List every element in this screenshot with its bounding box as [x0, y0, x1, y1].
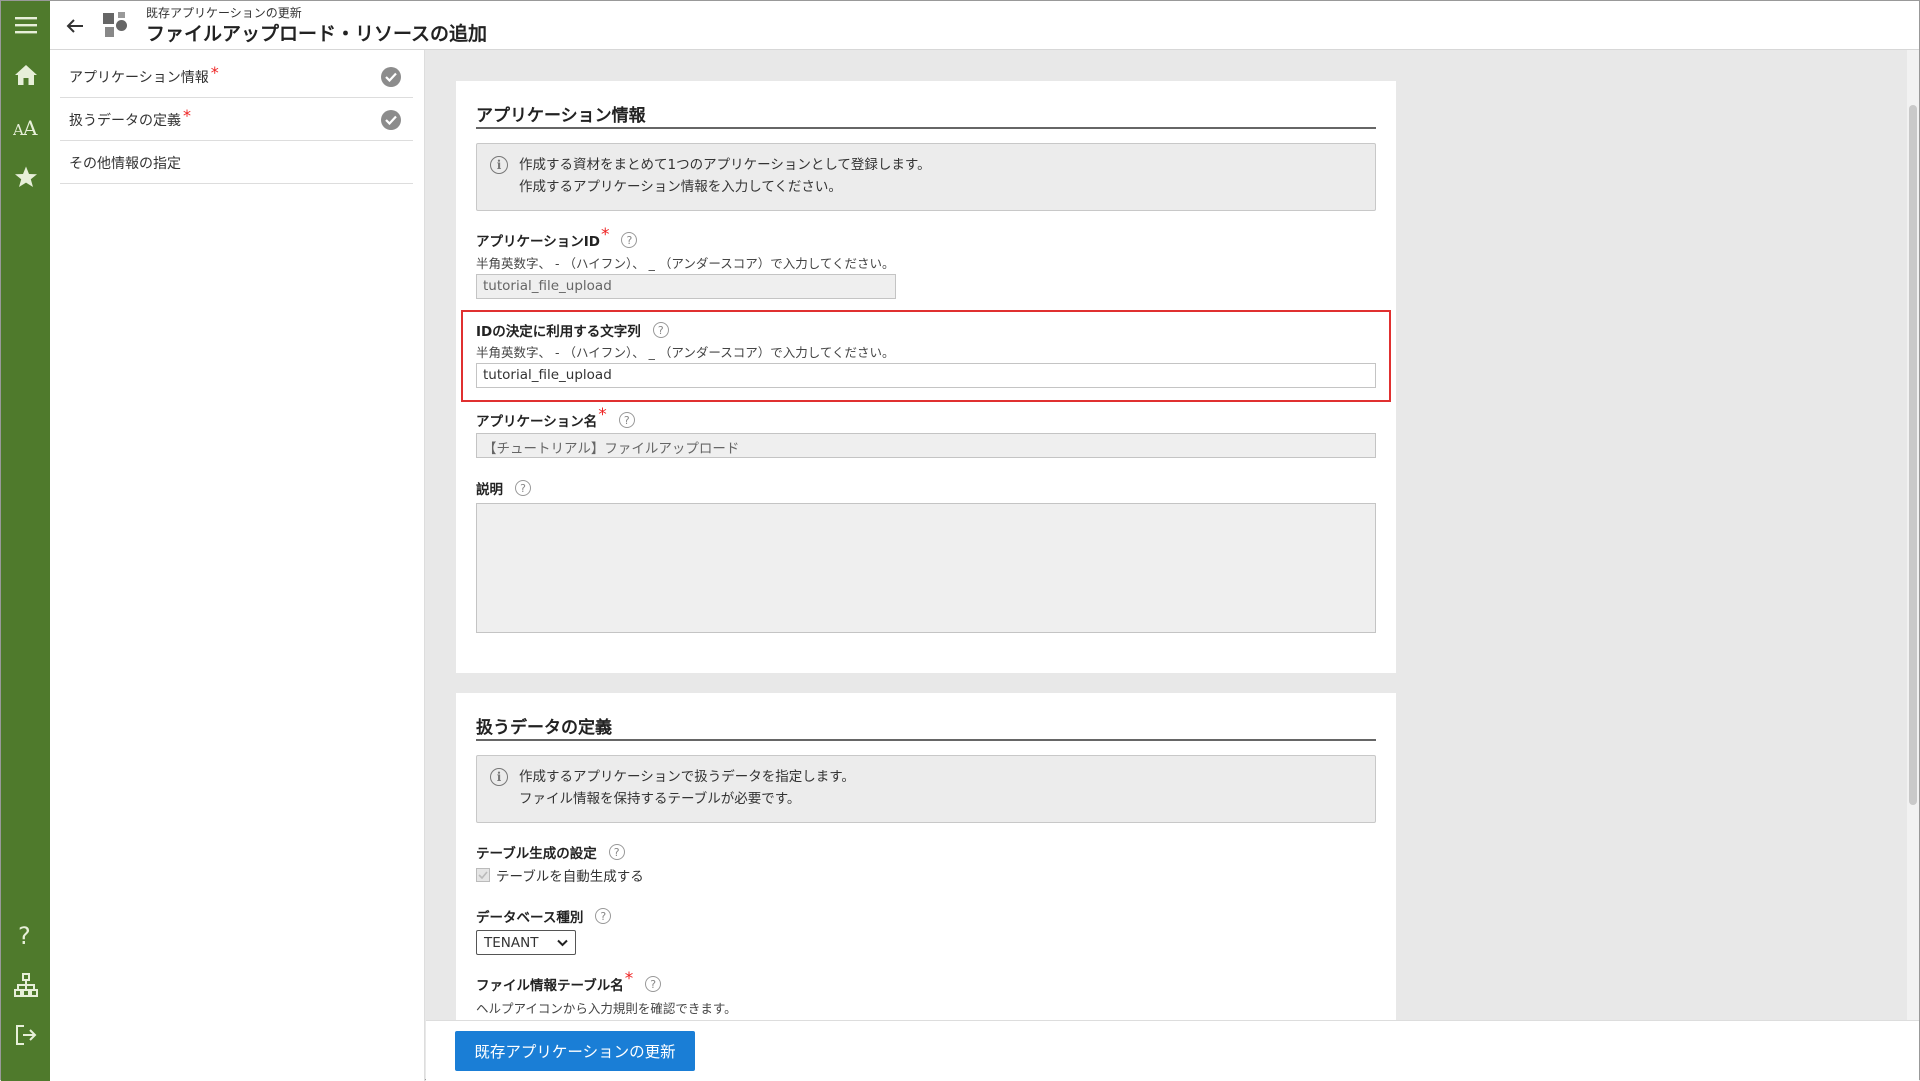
required-mark: * [600, 225, 610, 245]
star-icon[interactable] [1, 157, 50, 197]
file-table-hint: ヘルプアイコンから入力規則を確認できます。 [476, 1001, 737, 1016]
data-definition-panel: 扱うデータの定義 i 作成するアプリケーションで扱うデータを指定します。 ファイ… [456, 693, 1396, 1020]
scrollbar-thumb[interactable] [1909, 105, 1917, 805]
app-info-notice: i 作成する資材をまとめて1つのアプリケーションとして登録します。 作成するアプ… [476, 143, 1376, 211]
description-label: 説明 ? [476, 478, 531, 498]
data-definition-notice: i 作成するアプリケーションで扱うデータを指定します。 ファイル情報を保持するテ… [476, 755, 1376, 823]
footer-bar: 既存アプリケーションの更新 [426, 1020, 1919, 1081]
back-arrow-icon[interactable] [62, 13, 88, 39]
home-icon[interactable] [1, 55, 50, 95]
sitemap-icon[interactable] [1, 965, 50, 1005]
application-icon [100, 10, 130, 40]
page-header: 既存アプリケーションの更新 ファイルアップロード・リソースの追加 [50, 1, 1919, 50]
nav-item-other-info[interactable]: その他情報の指定 [60, 142, 413, 184]
section-divider [476, 127, 1376, 129]
chevron-down-icon [557, 939, 568, 946]
table-gen-label: テーブル生成の設定 ? [476, 842, 625, 862]
data-definition-title: 扱うデータの定義 [476, 718, 612, 738]
help-icon[interactable]: ? [1, 915, 50, 955]
update-application-button[interactable]: 既存アプリケーションの更新 [455, 1031, 695, 1071]
field-label: ファイル情報テーブル名 [476, 978, 624, 994]
check-circle-icon [381, 110, 401, 130]
app-info-title: アプリケーション情報 [476, 106, 646, 126]
checkbox-label: テーブルを自動生成する [496, 869, 644, 885]
select-value: TENANT [484, 934, 539, 951]
scrollbar[interactable] [1907, 50, 1919, 1020]
required-mark: * [598, 405, 607, 425]
field-label: テーブル生成の設定 [476, 846, 597, 862]
required-mark: * [624, 969, 634, 989]
app-name-input[interactable]: 【チュートリアル】ファイルアップロード [476, 433, 1376, 458]
step-navigation: アプリケーション情報 * 扱うデータの定義 * その他情報の指定 [50, 50, 425, 1081]
field-label: データベース種別 [476, 910, 584, 926]
logout-icon[interactable] [1, 1015, 50, 1055]
info-icon: i [490, 768, 508, 786]
nav-item-app-info[interactable]: アプリケーション情報 * [60, 56, 413, 98]
nav-item-label: その他情報の指定 [69, 155, 181, 172]
field-label: アプリケーションID [476, 234, 600, 250]
check-circle-icon [381, 67, 401, 87]
checkbox-icon[interactable] [476, 868, 490, 882]
info-icon: i [490, 156, 508, 174]
app-id-label: アプリケーションID * ? [476, 225, 638, 250]
menu-icon[interactable] [1, 5, 50, 45]
app-id-hint: 半角英数字、 - （ハイフン）、 _ （アンダースコア）で入力してください。 [476, 256, 895, 271]
help-icon[interactable]: ? [608, 844, 625, 860]
notice-line: ファイル情報を保持するテーブルが必要です。 [519, 791, 801, 807]
svg-text:?: ? [18, 922, 31, 948]
help-icon[interactable]: ? [645, 976, 662, 992]
required-mark: * [210, 63, 219, 82]
app-name-label: アプリケーション名 * ? [476, 405, 635, 430]
section-divider [476, 739, 1376, 741]
auto-generate-checkbox[interactable]: テーブルを自動生成する [476, 865, 644, 885]
font-icon[interactable]: AA [1, 107, 50, 147]
help-icon[interactable]: ? [595, 908, 612, 924]
app-id-input[interactable]: tutorial_file_upload [476, 274, 896, 299]
help-icon[interactable]: ? [515, 480, 531, 496]
help-icon[interactable]: ? [618, 412, 635, 428]
nav-item-data-definition[interactable]: 扱うデータの定義 * [60, 99, 413, 141]
db-type-select[interactable]: TENANT [476, 930, 576, 955]
page-title: ファイルアップロード・リソースの追加 [146, 23, 488, 45]
svg-text:A: A [22, 116, 38, 138]
notice-line: 作成するアプリケーション情報を入力してください。 [519, 179, 842, 195]
notice-line: 作成するアプリケーションで扱うデータを指定します。 [519, 769, 855, 785]
file-table-label: ファイル情報テーブル名 * ? [476, 969, 662, 994]
highlight-box [461, 310, 1391, 402]
description-textarea[interactable] [476, 503, 1376, 633]
db-type-label: データベース種別 ? [476, 906, 612, 926]
help-icon[interactable]: ? [621, 232, 638, 248]
notice-line: 作成する資材をまとめて1つのアプリケーションとして登録します。 [519, 157, 931, 173]
nav-item-label: 扱うデータの定義 [69, 112, 181, 129]
nav-item-label: アプリケーション情報 [69, 69, 209, 86]
required-mark: * [183, 106, 191, 125]
main-content[interactable]: アプリケーション情報 i 作成する資材をまとめて1つのアプリケーションとして登録… [426, 50, 1919, 1020]
field-label: アプリケーション名 [476, 414, 598, 430]
field-label: 説明 [476, 482, 503, 498]
left-rail: AA ? [1, 1, 50, 1081]
